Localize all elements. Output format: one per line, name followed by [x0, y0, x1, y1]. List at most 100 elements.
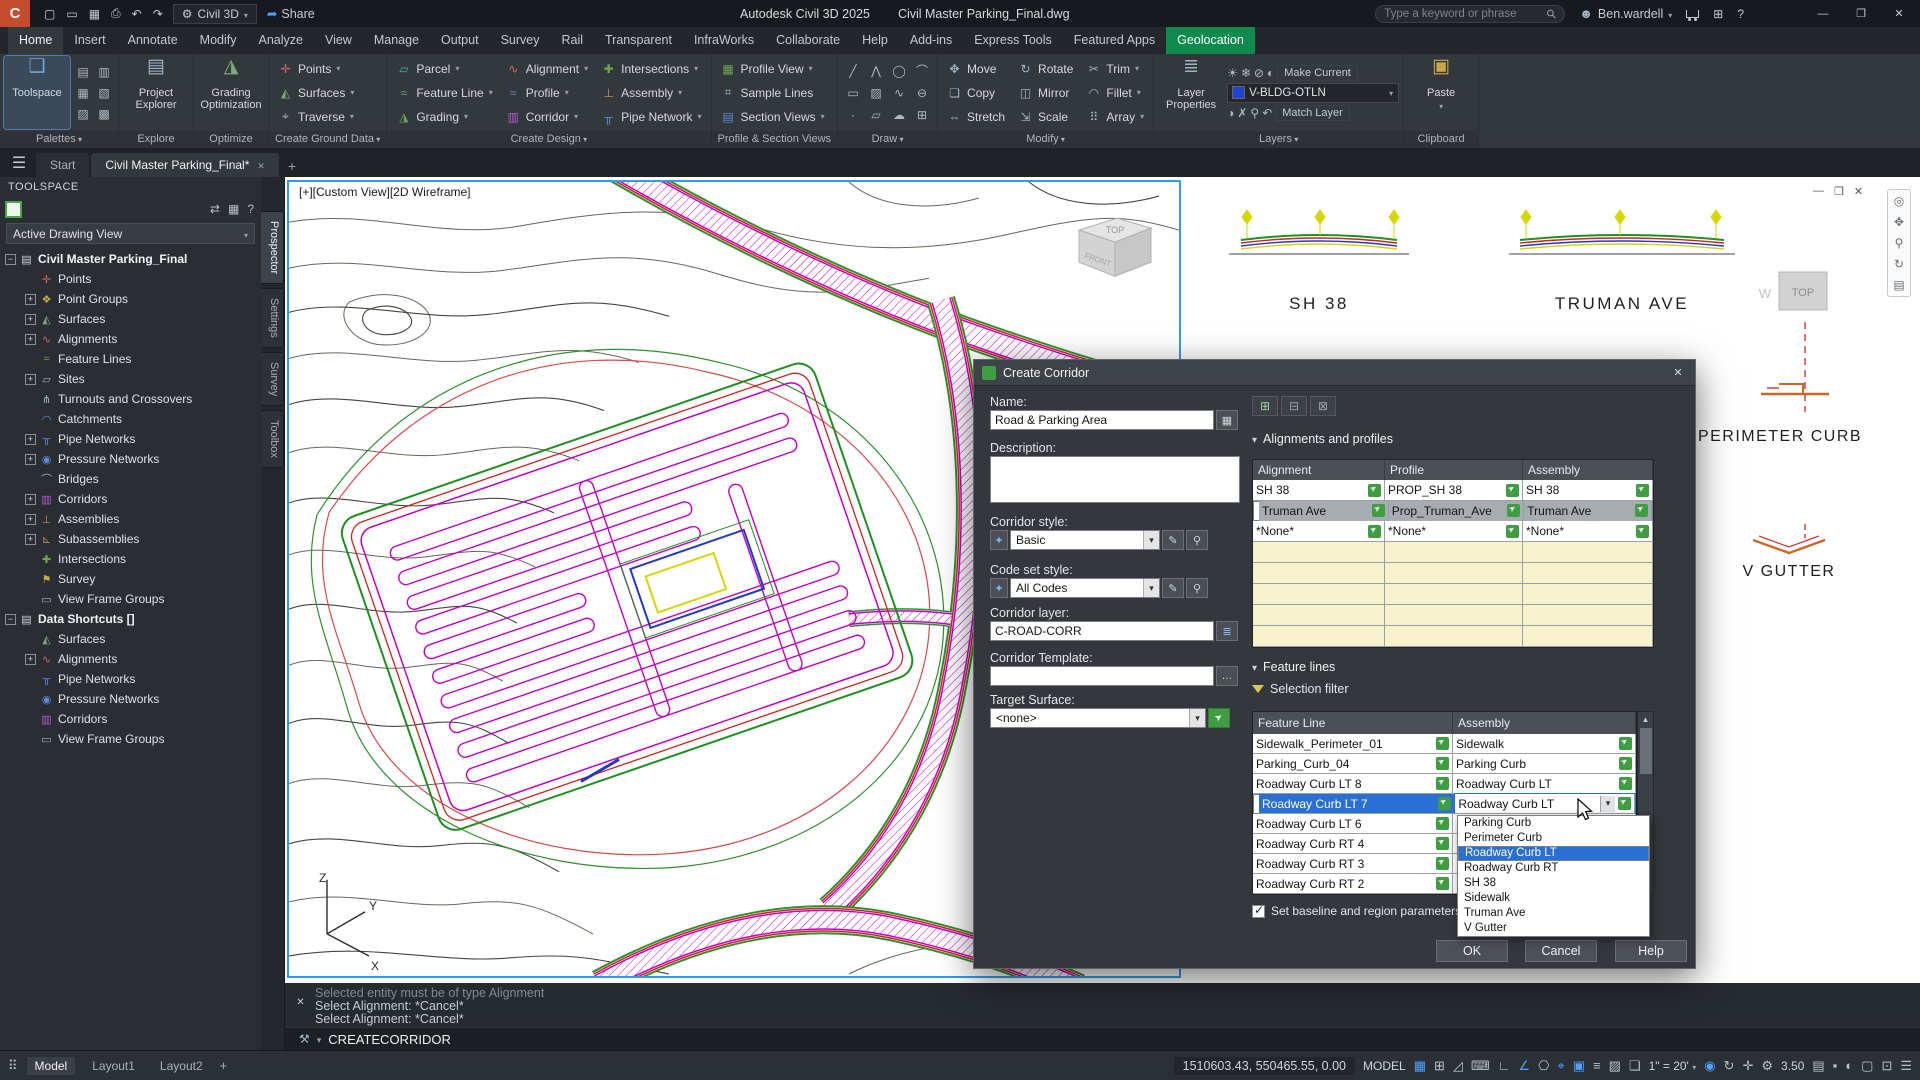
table-icon[interactable]: ⊞: [911, 104, 933, 125]
viewcube2-top-label[interactable]: TOP: [1792, 287, 1814, 299]
toolspace-side-tab[interactable]: Toolbox: [261, 410, 284, 468]
annotation-monitor-icon[interactable]: ✛: [1742, 1058, 1753, 1074]
paste-button[interactable]: Paste: [1408, 56, 1474, 129]
annotation-scale-control[interactable]: 1" = 20': [1649, 1059, 1697, 1073]
combo-dropdown-icon[interactable]: [1600, 796, 1615, 812]
collapse-icon[interactable]: [1252, 660, 1257, 674]
ribbon-tool-item[interactable]: ⇲ Scale: [1013, 105, 1078, 129]
feature-line-row[interactable]: Parking_Curb_04 Parking Curb: [1253, 754, 1636, 774]
panel-label-create-design[interactable]: Create Design: [387, 131, 710, 148]
workspace-gear-icon[interactable]: ⚙: [1761, 1058, 1773, 1074]
ribbon-tool-item[interactable]: ✚ Intersections: [596, 57, 706, 81]
select-from-drawing-icon[interactable]: [1436, 737, 1449, 750]
ribbon-tab[interactable]: Add-ins: [899, 27, 963, 54]
column-header-alignment[interactable]: Alignment: [1253, 460, 1385, 480]
switch-panes-icon[interactable]: [210, 202, 220, 216]
feature-line-row[interactable]: Sidewalk_Perimeter_01 Sidewalk: [1253, 734, 1636, 754]
ribbon-tab[interactable]: Analyze: [247, 27, 313, 54]
spline-icon[interactable]: ∿: [888, 82, 910, 103]
pick-surface-button[interactable]: [1208, 708, 1230, 728]
tree-item[interactable]: ▭ View Frame Groups: [0, 589, 261, 609]
customize-command-icon[interactable]: [299, 1030, 310, 1048]
viewcube-top-label[interactable]: TOP: [1106, 225, 1124, 235]
ribbon-tab[interactable]: Collaborate: [765, 27, 851, 54]
hamburger-icon[interactable]: ☰: [4, 149, 34, 177]
select-from-drawing-icon[interactable]: [1436, 877, 1449, 890]
revision-cloud-icon[interactable]: ☁: [888, 104, 910, 125]
column-header-assembly[interactable]: Assembly: [1523, 460, 1653, 480]
select-from-drawing-icon[interactable]: [1438, 797, 1451, 810]
tree-expander[interactable]: [25, 294, 36, 305]
chevron-down-icon[interactable]: [1189, 709, 1205, 727]
ribbon-tool-item[interactable]: ≈ Profile: [501, 81, 593, 105]
layer-delete-icon[interactable]: ✗: [1237, 106, 1247, 120]
layer-unisolate-icon[interactable]: ◑: [1227, 106, 1234, 120]
scroll-up-icon[interactable]: ▲: [1638, 712, 1653, 726]
tree-expander[interactable]: [25, 654, 36, 665]
select-from-drawing-icon[interactable]: [1368, 525, 1381, 538]
panel-label-palettes[interactable]: Palettes: [0, 131, 118, 148]
alignment-row[interactable]: SH 38 PROP_SH 38 SH 38: [1253, 480, 1653, 501]
alignments-section-header[interactable]: Alignments and profiles: [1252, 432, 1393, 446]
dialog-close-icon[interactable]: [1669, 364, 1687, 382]
ribbon-tool-item[interactable]: ◠ Fillet: [1081, 81, 1149, 105]
minimize-button[interactable]: —: [1804, 0, 1842, 27]
select-from-drawing-icon[interactable]: [1372, 504, 1385, 517]
layer-isolate-icon[interactable]: ◐: [1267, 66, 1274, 80]
ribbon-tab[interactable]: Output: [430, 27, 490, 54]
tree-item[interactable]: ▤ Data Shortcuts []: [0, 609, 261, 629]
pick-code-set-button[interactable]: [1186, 578, 1208, 598]
point-icon[interactable]: ∙: [842, 104, 864, 125]
tree-item[interactable]: ◭ Surfaces: [0, 629, 261, 649]
select-from-drawing-icon[interactable]: [1635, 504, 1648, 517]
dropdown-item[interactable]: Roadway Curb RT: [1458, 861, 1649, 876]
toolspace-side-tab[interactable]: Prospector: [261, 211, 284, 284]
dropdown-item[interactable]: Perimeter Curb: [1458, 831, 1649, 846]
tree-expander[interactable]: [25, 494, 36, 505]
active-drawing-view-dropdown[interactable]: Active Drawing View: [6, 223, 255, 244]
ribbon-tool-item[interactable]: ⌗ Sample Lines: [716, 81, 830, 105]
select-from-drawing-icon[interactable]: [1436, 857, 1449, 870]
level-of-detail-value[interactable]: 3.50: [1781, 1059, 1804, 1073]
select-from-drawing-icon[interactable]: [1636, 525, 1649, 538]
pick-style-button[interactable]: [1186, 530, 1208, 550]
ribbon-tool-item[interactable]: ◮ Grading: [391, 105, 497, 129]
tree-item[interactable]: ⋔ Turnouts and Crossovers: [0, 389, 261, 409]
tree-item[interactable]: ╥ Pipe Networks: [0, 429, 261, 449]
viewport-controls-label[interactable]: [+][Custom View][2D Wireframe]: [299, 185, 471, 199]
object-snap-icon[interactable]: ▣: [1573, 1058, 1585, 1074]
layer-previous-icon[interactable]: ↶: [1262, 106, 1272, 120]
target-surface-select[interactable]: <none>: [990, 708, 1206, 728]
tree-item[interactable]: ▥ Corridors: [0, 709, 261, 729]
clean-screen-icon[interactable]: ⊡: [1881, 1058, 1892, 1074]
baseline-checkbox[interactable]: [1252, 905, 1265, 918]
open-file-icon[interactable]: ▭: [66, 7, 77, 21]
ribbon-tool-item[interactable]: ✂ Trim: [1081, 57, 1149, 81]
help-icon[interactable]: ?: [1737, 7, 1744, 21]
ribbon-tab[interactable]: Home: [8, 27, 63, 54]
select-from-drawing-icon[interactable]: [1636, 484, 1649, 497]
polar-tracking-icon[interactable]: ∠: [1518, 1058, 1530, 1074]
ribbon-tool-item[interactable]: ▦ Profile View: [716, 57, 830, 81]
baseline-checkbox-row[interactable]: Set baseline and region parameters: [1252, 904, 1461, 918]
panorama-icon[interactable]: ▧: [94, 83, 114, 103]
ribbon-tab[interactable]: Featured Apps: [1063, 27, 1166, 54]
viewport-minimize-icon[interactable]: —: [1813, 185, 1824, 198]
showmotion-icon[interactable]: ▤: [1893, 278, 1904, 292]
tree-item[interactable]: ◉ Pressure Networks: [0, 689, 261, 709]
annotation-visibility-icon[interactable]: ◉: [1704, 1058, 1715, 1074]
ribbon-tab[interactable]: InfraWorks: [683, 27, 765, 54]
edit-row-button[interactable]: ⊠: [1310, 396, 1336, 416]
tree-item[interactable]: ∿ Alignments: [0, 329, 261, 349]
chevron-down-icon[interactable]: [1143, 531, 1159, 549]
select-from-drawing-icon[interactable]: [1507, 504, 1520, 517]
ribbon-tab[interactable]: Help: [851, 27, 899, 54]
ribbon-tool-item[interactable]: ▥ Corridor: [501, 105, 593, 129]
tree-expander[interactable]: [5, 614, 16, 625]
dropdown-item[interactable]: Sidewalk: [1458, 891, 1649, 906]
rectangle-icon[interactable]: ▭: [842, 82, 864, 103]
corridor-layer-input[interactable]: [990, 621, 1214, 641]
name-input[interactable]: [990, 410, 1214, 430]
close-tab-icon[interactable]: [257, 153, 265, 178]
select-from-drawing-icon[interactable]: [1368, 484, 1381, 497]
